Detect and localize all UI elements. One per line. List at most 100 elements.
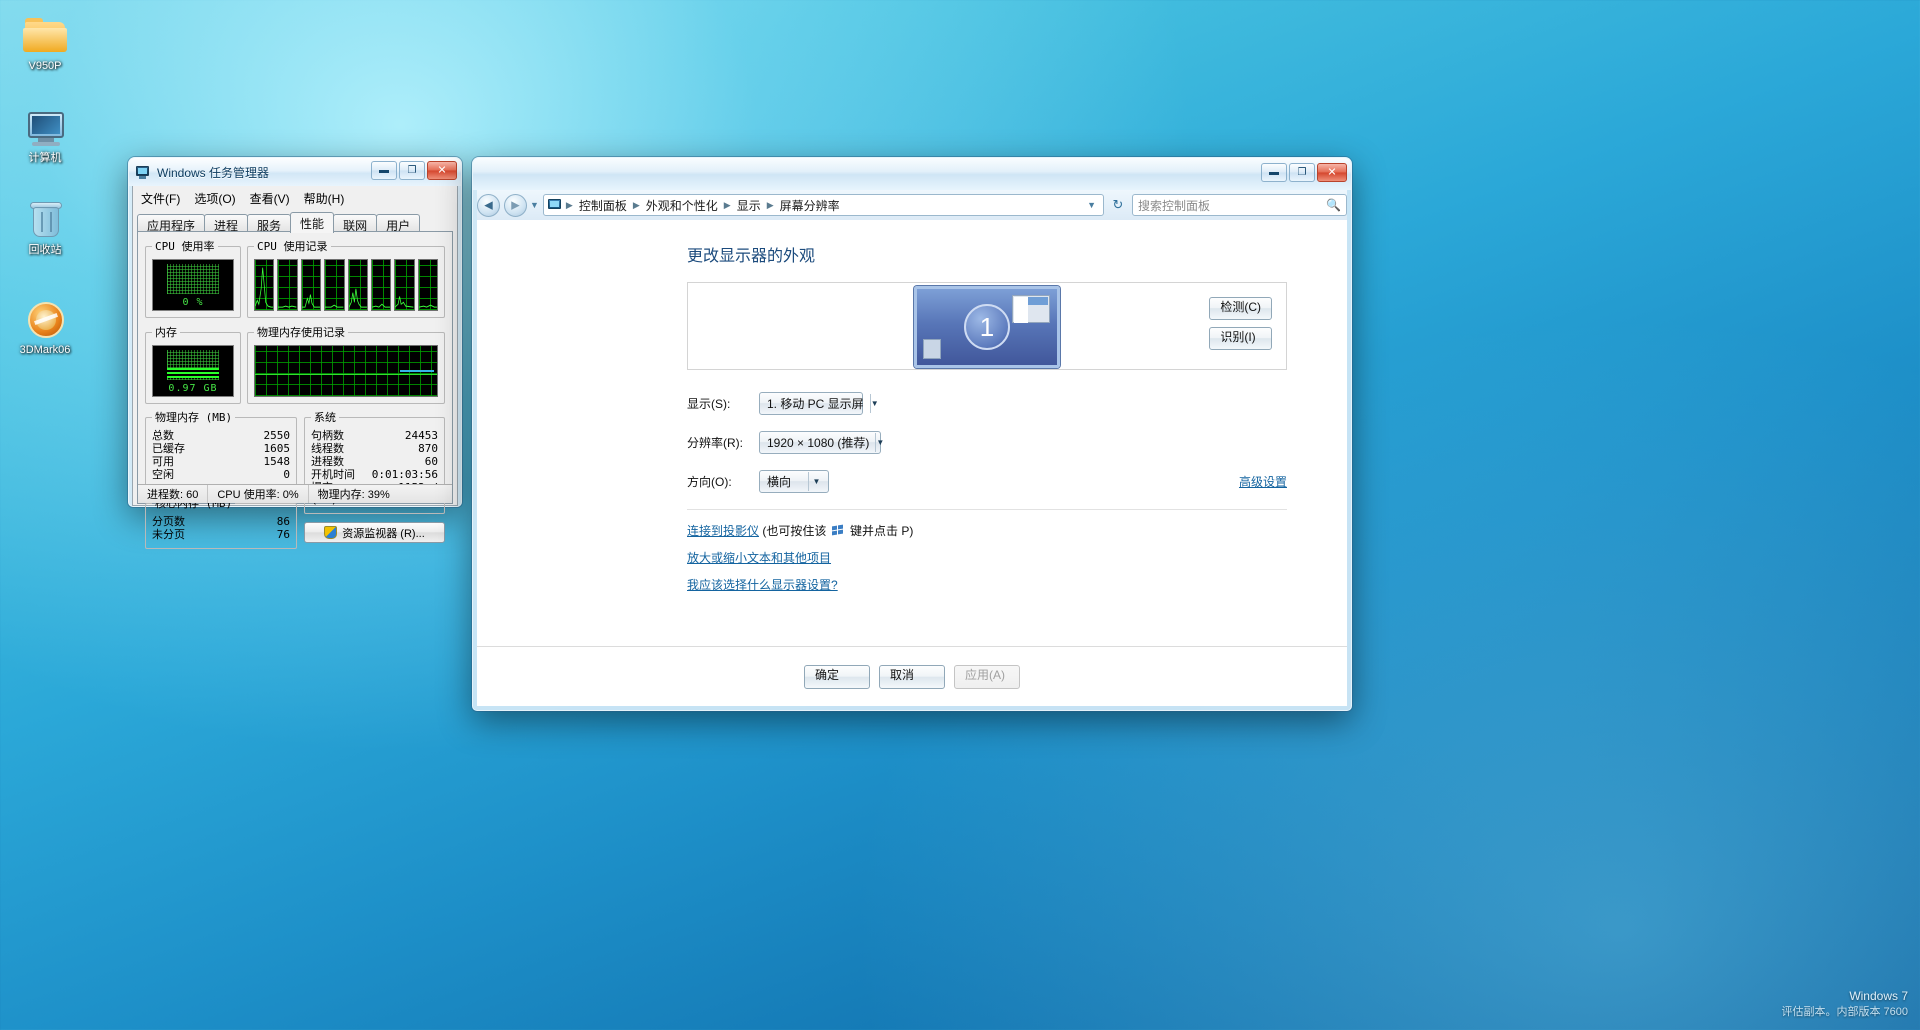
monitor-number: 1 [964,304,1010,350]
cpu-usage-value: 0 % [182,297,204,308]
breadcrumb-screen-resolution[interactable]: 屏幕分辨率 [777,196,843,215]
memory-history-graph [254,345,438,397]
search-icon: 🔍 [1326,198,1341,212]
close-icon: ✕ [437,164,447,176]
status-cpu: CPU 使用率: 0% [208,485,309,503]
text-size-link-row: 放大或缩小文本和其他项目 [687,549,1347,566]
cpu-core-graph [277,259,298,311]
minimize-icon: ▬ [1269,166,1279,178]
stat-label: 空闲 [152,468,174,481]
orientation-select[interactable]: 横向 ▼ [759,470,829,493]
table-row: 空闲 0 [152,469,290,482]
address-bar[interactable]: ▶ 控制面板 ▶ 外观和个性化 ▶ 显示 ▶ 屏幕分辨率 ▼ [542,194,1104,216]
breadcrumb-display[interactable]: 显示 [734,196,764,215]
cpu-core-graph [394,259,415,311]
settings-form: 显示(S): 1. 移动 PC 显示屏 ▼ 分辨率(R): 1920 × 108… [687,392,1347,493]
control-panel-title-bar[interactable]: ▬ ❐ ✕ [473,158,1351,190]
display-select[interactable]: 1. 移动 PC 显示屏 ▼ [759,392,879,415]
task-manager-title-bar[interactable]: Windows 任务管理器 ▬ ❐ ✕ [129,158,461,186]
menu-options[interactable]: 选项(O) [194,190,235,207]
breadcrumb-control-panel[interactable]: 控制面板 [576,196,630,215]
chevron-down-icon: ▼ [869,394,879,413]
breadcrumb-appearance[interactable]: 外观和个性化 [643,196,721,215]
identify-button[interactable]: 识别(I) [1209,327,1272,350]
search-input[interactable]: 搜索控制面板 🔍 [1132,194,1347,216]
monitor-preview[interactable]: 1 [914,286,1060,368]
display-icon [547,198,563,212]
left-stats-column: 物理内存 (MB) 总数 2550 已缓存 1605 可用 1548 空闲 0 核心内存… [145,409,297,549]
kernel-memory-table: 分页数 86 未分页 76 [152,516,290,542]
taskbar-thumbnail-icon [923,339,941,359]
content-area: 更改显示器的外观 1 检测(C) 识别(I) 显示(S): 1. 移动 PC 显… [477,220,1347,706]
table-row: 未分页 76 [152,529,290,542]
detect-button[interactable]: 检测(C) [1209,297,1272,320]
minimize-button[interactable]: ▬ [371,161,397,180]
memory-row: 内存 0.97 GB 物理内存使用记录 [145,324,445,404]
resolution-row: 分辨率(R): 1920 × 1080 (推荐) ▼ [687,431,1347,454]
cancel-button[interactable]: 取消 [879,664,945,689]
resource-monitor-label: 资源监视器 (R)... [342,527,425,540]
cpu-history-group: CPU 使用记录 [247,238,445,318]
cpu-row: CPU 使用率 0 % CPU 使用记录 [145,238,445,318]
folder-icon [21,14,69,58]
display-row: 显示(S): 1. 移动 PC 显示屏 ▼ [687,392,1347,415]
cpu-core-graph [254,259,275,311]
desktop-icon-3dmark06[interactable]: 3DMark06 [0,290,90,360]
chevron-right-icon: ▶ [565,199,573,210]
which-settings-link[interactable]: 我应该选择什么显示器设置? [687,578,838,592]
advanced-settings-link[interactable]: 高级设置 [1239,473,1287,490]
divider [687,509,1287,510]
display-preview-box: 1 检测(C) 识别(I) [687,282,1287,370]
menu-help[interactable]: 帮助(H) [304,190,345,207]
performance-panel: CPU 使用率 0 % CPU 使用记录 内存 0.97 GB 物理内存使用记录… [137,231,453,549]
screen-resolution-window[interactable]: ▬ ❐ ✕ ◀ ▶ ▼ ▶ 控制面板 ▶ 外观和个性化 ▶ 显示 ▶ 屏幕分辨率… [472,157,1352,711]
close-button[interactable]: ✕ [1317,163,1347,182]
maximize-icon: ❐ [407,164,417,176]
desktop-icon-v950p[interactable]: V950P [0,6,90,76]
shield-icon [324,526,338,539]
ok-button[interactable]: 确定 [804,664,870,689]
task-manager-icon [135,165,151,179]
menu-file[interactable]: 文件(F) [141,190,180,207]
tab-performance[interactable]: 性能 [290,212,335,233]
dialog-footer: 确定 取消 应用(A) [477,646,1347,706]
maximize-button[interactable]: ❐ [399,161,425,180]
maximize-button[interactable]: ❐ [1289,163,1315,182]
chevron-down-icon[interactable]: ▼ [1087,200,1099,210]
resolution-select-value: 1920 × 1080 (推荐) [767,436,870,450]
orientation-select-value: 横向 [767,475,792,489]
search-placeholder: 搜索控制面板 [1138,198,1211,213]
arrow-left-icon: ◀ [484,199,493,212]
cpu-core-graph [347,259,368,311]
task-manager-window[interactable]: Windows 任务管理器 ▬ ❐ ✕ 文件(F) 选项(O) 查看(V) 帮助… [128,157,462,549]
menu-view[interactable]: 查看(V) [250,190,290,207]
menu-bar: 文件(F) 选项(O) 查看(V) 帮助(H) [133,186,457,210]
connect-projector-link[interactable]: 连接到投影仪 [687,524,759,538]
apply-button: 应用(A) [954,664,1020,689]
memory-label: 内存 [155,326,177,339]
desktop-icon-label: 3DMark06 [19,344,71,356]
kernel-memory-group: 核心内存 (MB) 分页数 86 未分页 76 [145,495,297,549]
status-bar: 进程数: 60 CPU 使用率: 0% 物理内存: 39% [138,484,452,503]
memory-meter: 0.97 GB [152,345,234,397]
refresh-icon[interactable]: ↻ [1108,195,1128,215]
forward-button[interactable]: ▶ [504,193,527,217]
physical-memory-group: 物理内存 (MB) 总数 2550 已缓存 1605 可用 1548 空闲 0 [145,409,297,489]
close-button[interactable]: ✕ [427,161,457,180]
desktop-icon-recycle-bin[interactable]: 回收站 [0,190,90,260]
memory-history-group: 物理内存使用记录 [247,324,445,404]
history-dropdown-icon[interactable]: ▼ [530,200,539,210]
task-manager-title: Windows 任务管理器 [157,165,270,180]
chevron-right-icon: ▶ [632,199,640,210]
minimize-icon: ▬ [379,164,389,176]
desktop-icon-label: 回收站 [28,244,62,256]
desktop-icon-computer[interactable]: 计算机 [0,98,90,168]
status-processes: 进程数: 60 [138,485,209,503]
system-label: 系统 [314,411,336,424]
minimize-button[interactable]: ▬ [1261,163,1287,182]
task-manager-body: 文件(F) 选项(O) 查看(V) 帮助(H) 应用程序 进程 服务 性能 联网… [132,186,458,549]
back-button[interactable]: ◀ [477,193,500,217]
resolution-select[interactable]: 1920 × 1080 (推荐) ▼ [759,431,884,454]
text-size-link[interactable]: 放大或缩小文本和其他项目 [687,551,831,565]
resource-monitor-button[interactable]: 资源监视器 (R)... [304,522,445,543]
